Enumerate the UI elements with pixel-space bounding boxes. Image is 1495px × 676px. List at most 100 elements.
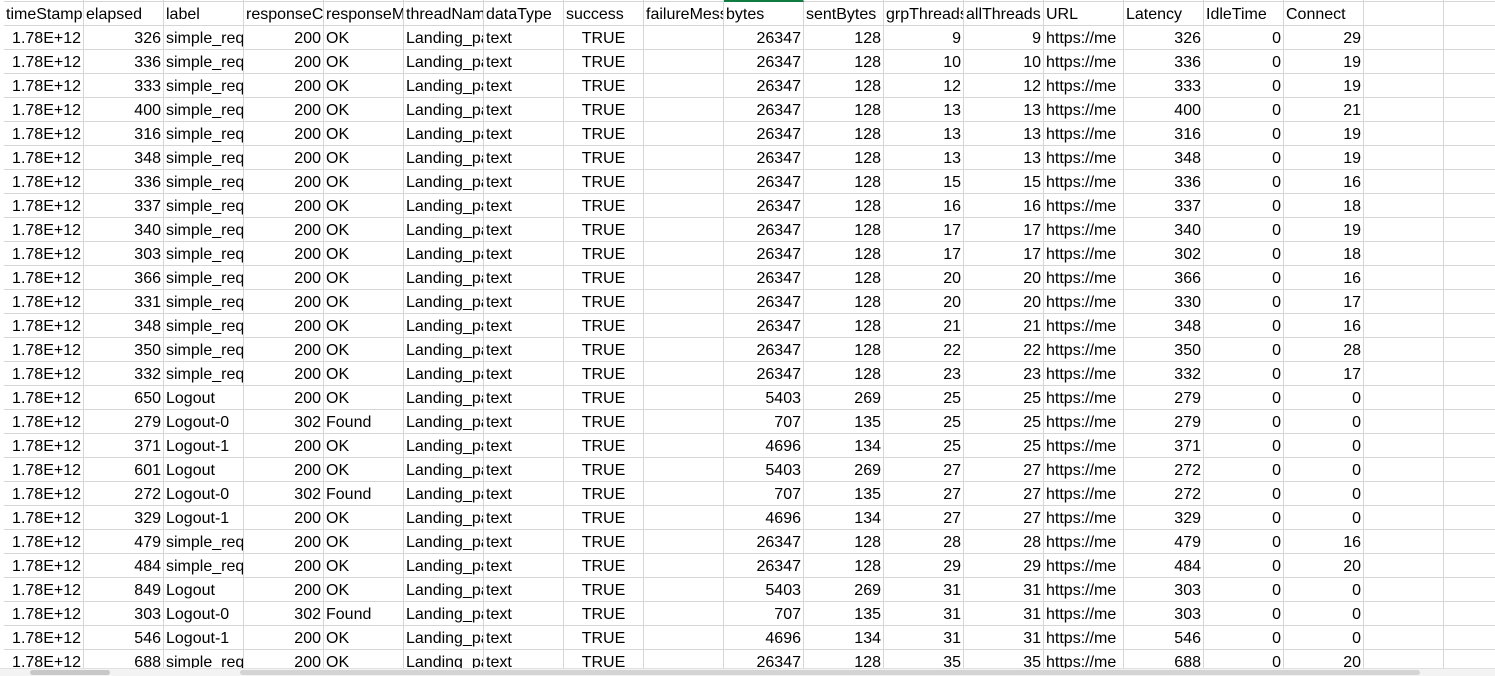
cell[interactable]: 21 — [884, 314, 964, 338]
cell[interactable]: simple_request — [164, 26, 244, 50]
cell[interactable]: 134 — [804, 626, 884, 650]
cell[interactable]: https://me — [1044, 266, 1124, 290]
column-header-cell[interactable]: Latency — [1124, 2, 1204, 26]
cell[interactable]: text — [484, 578, 564, 602]
cell[interactable]: text — [484, 50, 564, 74]
cell[interactable]: 0 — [1204, 338, 1284, 362]
cell[interactable]: text — [484, 458, 564, 482]
cell[interactable]: 200 — [244, 314, 324, 338]
cell[interactable] — [644, 122, 724, 146]
cell[interactable]: 17 — [964, 218, 1044, 242]
cell[interactable]: 1.78E+12 — [4, 602, 84, 626]
cell[interactable]: 272 — [1124, 482, 1204, 506]
cell[interactable]: 1.78E+12 — [4, 74, 84, 98]
cell[interactable]: 0 — [1204, 98, 1284, 122]
cell[interactable]: 336 — [1124, 170, 1204, 194]
cell[interactable]: 9 — [884, 26, 964, 50]
cell[interactable] — [644, 386, 724, 410]
cell[interactable]: 337 — [1124, 194, 1204, 218]
cell[interactable]: OK — [324, 122, 404, 146]
cell[interactable]: 25 — [964, 386, 1044, 410]
cell[interactable]: 26347 — [724, 338, 804, 362]
cell[interactable]: 1.78E+12 — [4, 314, 84, 338]
cell[interactable]: 546 — [1124, 626, 1204, 650]
cell[interactable]: 350 — [1124, 338, 1204, 362]
cell[interactable] — [644, 530, 724, 554]
cell[interactable]: 16 — [1284, 266, 1364, 290]
cell[interactable]: simple_request — [164, 146, 244, 170]
cell[interactable]: 336 — [84, 50, 164, 74]
cell[interactable]: 337 — [84, 194, 164, 218]
cell[interactable] — [1364, 434, 1444, 458]
cell[interactable]: 26347 — [724, 314, 804, 338]
cell[interactable]: https://me — [1044, 506, 1124, 530]
cell[interactable]: 484 — [1124, 554, 1204, 578]
cell[interactable]: 0 — [1204, 530, 1284, 554]
cell[interactable]: 21 — [964, 314, 1044, 338]
cell[interactable]: 484 — [84, 554, 164, 578]
cell[interactable] — [1444, 578, 1495, 602]
cell[interactable]: 200 — [244, 650, 324, 668]
cell[interactable] — [1444, 314, 1495, 338]
cell[interactable]: text — [484, 650, 564, 668]
cell[interactable]: 25 — [964, 410, 1044, 434]
spreadsheet-grid[interactable]: timeStampelapsedlabelresponseCoderespons… — [0, 0, 1495, 668]
cell[interactable]: text — [484, 626, 564, 650]
cell[interactable]: text — [484, 362, 564, 386]
cell[interactable]: 601 — [84, 458, 164, 482]
cell[interactable]: 26347 — [724, 50, 804, 74]
cell[interactable] — [1364, 554, 1444, 578]
cell[interactable]: Logout-1 — [164, 434, 244, 458]
cell[interactable]: 0 — [1204, 314, 1284, 338]
cell[interactable]: OK — [324, 290, 404, 314]
cell[interactable]: 1.78E+12 — [4, 650, 84, 668]
cell[interactable]: 0 — [1204, 218, 1284, 242]
cell[interactable]: 26347 — [724, 362, 804, 386]
cell[interactable]: 0 — [1284, 434, 1364, 458]
cell[interactable]: 134 — [804, 506, 884, 530]
cell[interactable] — [1364, 386, 1444, 410]
cell[interactable]: Landing_page — [404, 530, 484, 554]
cell[interactable]: 329 — [84, 506, 164, 530]
cell[interactable]: 650 — [84, 386, 164, 410]
cell[interactable]: 272 — [1124, 458, 1204, 482]
cell[interactable]: 4696 — [724, 506, 804, 530]
cell[interactable]: OK — [324, 458, 404, 482]
cell[interactable]: OK — [324, 170, 404, 194]
cell[interactable]: 13 — [964, 98, 1044, 122]
cell[interactable] — [1364, 266, 1444, 290]
cell[interactable] — [1444, 434, 1495, 458]
cell[interactable]: 23 — [884, 362, 964, 386]
cell[interactable] — [644, 74, 724, 98]
cell[interactable]: 17 — [1284, 362, 1364, 386]
column-header-cell[interactable]: Connect — [1284, 2, 1364, 26]
cell[interactable]: OK — [324, 650, 404, 668]
cell[interactable]: https://me — [1044, 626, 1124, 650]
cell[interactable]: 26347 — [724, 98, 804, 122]
cell[interactable]: 31 — [884, 626, 964, 650]
cell[interactable]: Landing_page — [404, 290, 484, 314]
cell[interactable] — [1364, 602, 1444, 626]
cell[interactable] — [1364, 362, 1444, 386]
cell[interactable]: text — [484, 170, 564, 194]
cell[interactable]: Landing_page — [404, 50, 484, 74]
cell[interactable]: 27 — [884, 482, 964, 506]
cell[interactable]: 0 — [1204, 266, 1284, 290]
cell[interactable]: TRUE — [564, 410, 644, 434]
cell[interactable]: Landing_page — [404, 26, 484, 50]
cell[interactable]: 316 — [1124, 122, 1204, 146]
cell[interactable]: 348 — [1124, 314, 1204, 338]
cell[interactable] — [1444, 50, 1495, 74]
cell[interactable]: 371 — [1124, 434, 1204, 458]
cell[interactable]: 0 — [1204, 602, 1284, 626]
cell[interactable]: TRUE — [564, 98, 644, 122]
cell[interactable]: 0 — [1284, 410, 1364, 434]
cell[interactable]: 279 — [1124, 410, 1204, 434]
cell[interactable]: https://me — [1044, 314, 1124, 338]
cell[interactable]: 1.78E+12 — [4, 98, 84, 122]
cell[interactable]: 302 — [1124, 242, 1204, 266]
cell[interactable]: 200 — [244, 434, 324, 458]
cell[interactable] — [1444, 650, 1495, 668]
cell[interactable]: https://me — [1044, 146, 1124, 170]
cell[interactable]: 1.78E+12 — [4, 26, 84, 50]
